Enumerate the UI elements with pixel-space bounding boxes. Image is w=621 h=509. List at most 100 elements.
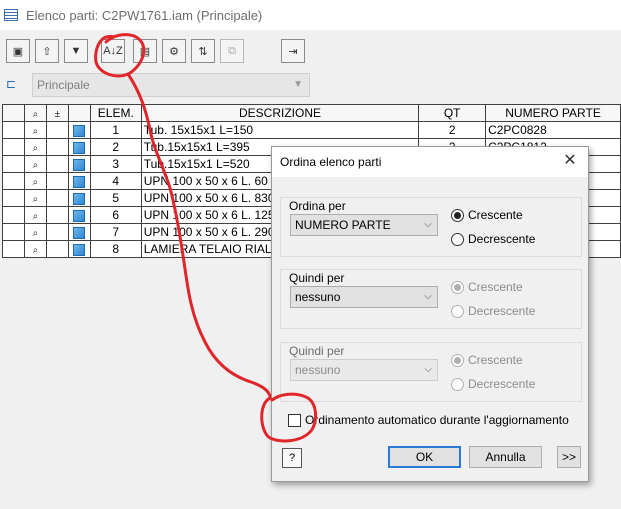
close-icon[interactable]: ✕ <box>560 151 580 171</box>
cube-icon <box>73 175 86 188</box>
zoom-icon: ⌕ <box>32 160 39 171</box>
zoom-icon[interactable]: ⌕ <box>23 223 47 241</box>
elem-cell[interactable]: 3 <box>89 155 142 173</box>
group-3-desc-radio[interactable]: Decrescente <box>451 377 535 391</box>
tools-button[interactable]: ⇥ <box>281 39 305 63</box>
sort-group-1: Ordina per NUMERO PARTE ⌵ Crescente Decr… <box>280 197 582 257</box>
sort-by-combo[interactable]: NUMERO PARTE ⌵ <box>290 214 438 236</box>
edit-cell[interactable] <box>45 223 69 241</box>
renumber-button[interactable]: ▤ <box>133 39 157 63</box>
zoom-icon: ⌕ <box>32 211 39 222</box>
zoom-icon: ⌕ <box>32 126 39 137</box>
radio-dot <box>451 377 464 391</box>
header-zoom-icon[interactable]: ⌕ <box>23 104 47 122</box>
numero-parte-cell[interactable]: C2PC0828 <box>485 121 621 139</box>
edit-cell[interactable] <box>45 240 69 258</box>
elem-cell[interactable]: 5 <box>89 189 142 207</box>
zoom-icon[interactable]: ⌕ <box>23 189 47 207</box>
part-cube-icon[interactable] <box>67 121 91 139</box>
elem-cell[interactable]: 1 <box>89 121 142 139</box>
part-cube-icon[interactable] <box>67 206 91 224</box>
qt-cell[interactable]: 2 <box>418 121 487 139</box>
cube-icon <box>73 192 86 205</box>
header-descrizione[interactable]: DESCRIZIONE <box>140 104 420 122</box>
zoom-icon[interactable]: ⌕ <box>23 155 47 173</box>
group-3-asc-radio[interactable]: Crescente <box>451 353 523 367</box>
group-3-label: Quindi per <box>289 344 345 358</box>
part-cube-icon[interactable] <box>67 223 91 241</box>
edit-cell[interactable] <box>45 172 69 190</box>
zoom-icon[interactable]: ⌕ <box>23 172 47 190</box>
edit-cell[interactable] <box>45 121 69 139</box>
edit-cell[interactable] <box>45 155 69 173</box>
row-select-cell[interactable] <box>2 189 25 207</box>
auto-sort-checkbox[interactable] <box>288 413 301 427</box>
part-cube-icon[interactable] <box>67 240 91 258</box>
part-cube-icon[interactable] <box>67 189 91 207</box>
header-edit-icon[interactable]: ± <box>45 104 69 122</box>
header-select[interactable] <box>2 104 25 122</box>
merge-button[interactable]: ⧉ <box>220 39 244 63</box>
header-type-icon[interactable] <box>67 104 91 122</box>
part-cube-icon[interactable] <box>67 155 91 173</box>
elem-cell[interactable]: 6 <box>89 206 142 224</box>
elem-cell[interactable]: 2 <box>89 138 142 156</box>
export-button[interactable]: ⇧ <box>35 39 59 63</box>
dialog-title-bar: Ordina elenco parti ✕ <box>272 147 588 177</box>
reorder-button[interactable]: ⇅ <box>191 39 215 63</box>
help-button[interactable]: ? <box>282 448 302 468</box>
edit-cell[interactable] <box>45 138 69 156</box>
more-button[interactable]: >> <box>557 446 581 468</box>
view-row: ⊏ Principale ▼ <box>0 73 621 97</box>
sort-group-3: Quindi per nessuno ⌵ Crescente Decrescen… <box>280 342 582 402</box>
row-select-cell[interactable] <box>2 172 25 190</box>
dialog-title: Ordina elenco parti <box>280 155 382 169</box>
group-1-desc-radio[interactable]: Decrescente <box>451 232 535 246</box>
filter-button[interactable]: ▼ <box>64 39 88 63</box>
radio-dot <box>451 232 464 246</box>
table-header-row: ⌕ ± ELEM. DESCRIZIONE QT NUMERO PARTE <box>2 104 621 122</box>
ok-button[interactable]: OK <box>388 446 461 468</box>
zoom-icon[interactable]: ⌕ <box>23 121 47 139</box>
zoom-icon[interactable]: ⌕ <box>23 206 47 224</box>
zoom-icon[interactable]: ⌕ <box>23 138 47 156</box>
view-select[interactable]: Principale ▼ <box>32 73 310 97</box>
group-2-asc-radio[interactable]: Crescente <box>451 280 523 294</box>
row-select-cell[interactable] <box>2 138 25 156</box>
row-select-cell[interactable] <box>2 155 25 173</box>
header-qt[interactable]: QT <box>418 104 487 122</box>
zoom-icon: ⌕ <box>32 177 39 188</box>
sort-button[interactable]: A↓Z <box>101 39 125 63</box>
title-bar: Elenco parti: C2PW1761.iam (Principale) <box>0 0 621 30</box>
zoom-icon[interactable]: ⌕ <box>23 240 47 258</box>
elem-cell[interactable]: 7 <box>89 223 142 241</box>
radio-dot <box>451 280 464 294</box>
row-select-cell[interactable] <box>2 240 25 258</box>
cube-icon <box>73 226 86 239</box>
descrizione-cell[interactable]: Tub. 15x15x1 L=150 <box>140 121 420 139</box>
part-cube-icon[interactable] <box>67 138 91 156</box>
cube-icon <box>73 243 86 256</box>
cube-icon <box>73 141 86 154</box>
sort-group-2: Quindi per nessuno ⌵ Crescente Decrescen… <box>280 269 582 329</box>
row-select-cell[interactable] <box>2 223 25 241</box>
header-elem[interactable]: ELEM. <box>89 104 142 122</box>
group-2-label: Quindi per <box>289 271 345 285</box>
group-1-asc-radio[interactable]: Crescente <box>451 208 523 222</box>
row-select-cell[interactable] <box>2 121 25 139</box>
then-by-combo-2[interactable]: nessuno ⌵ <box>290 359 438 381</box>
then-by-combo-1[interactable]: nessuno ⌵ <box>290 286 438 308</box>
table-row[interactable]: ⌕ 1 Tub. 15x15x1 L=150 2 C2PC0828 <box>2 121 621 139</box>
edit-cell[interactable] <box>45 206 69 224</box>
part-cube-icon[interactable] <box>67 172 91 190</box>
row-select-cell[interactable] <box>2 206 25 224</box>
header-numero-parte[interactable]: NUMERO PARTE <box>485 104 621 122</box>
group-2-desc-radio[interactable]: Decrescente <box>451 304 535 318</box>
auto-sort-row[interactable]: Ordinamento automatico durante l'aggiorn… <box>288 413 569 427</box>
cancel-button[interactable]: Annulla <box>469 446 542 468</box>
elem-cell[interactable]: 4 <box>89 172 142 190</box>
edit-cell[interactable] <box>45 189 69 207</box>
settings-button[interactable]: ⚙ <box>162 39 186 63</box>
filter-view-button[interactable]: ▣ <box>6 39 30 63</box>
elem-cell[interactable]: 8 <box>89 240 142 258</box>
